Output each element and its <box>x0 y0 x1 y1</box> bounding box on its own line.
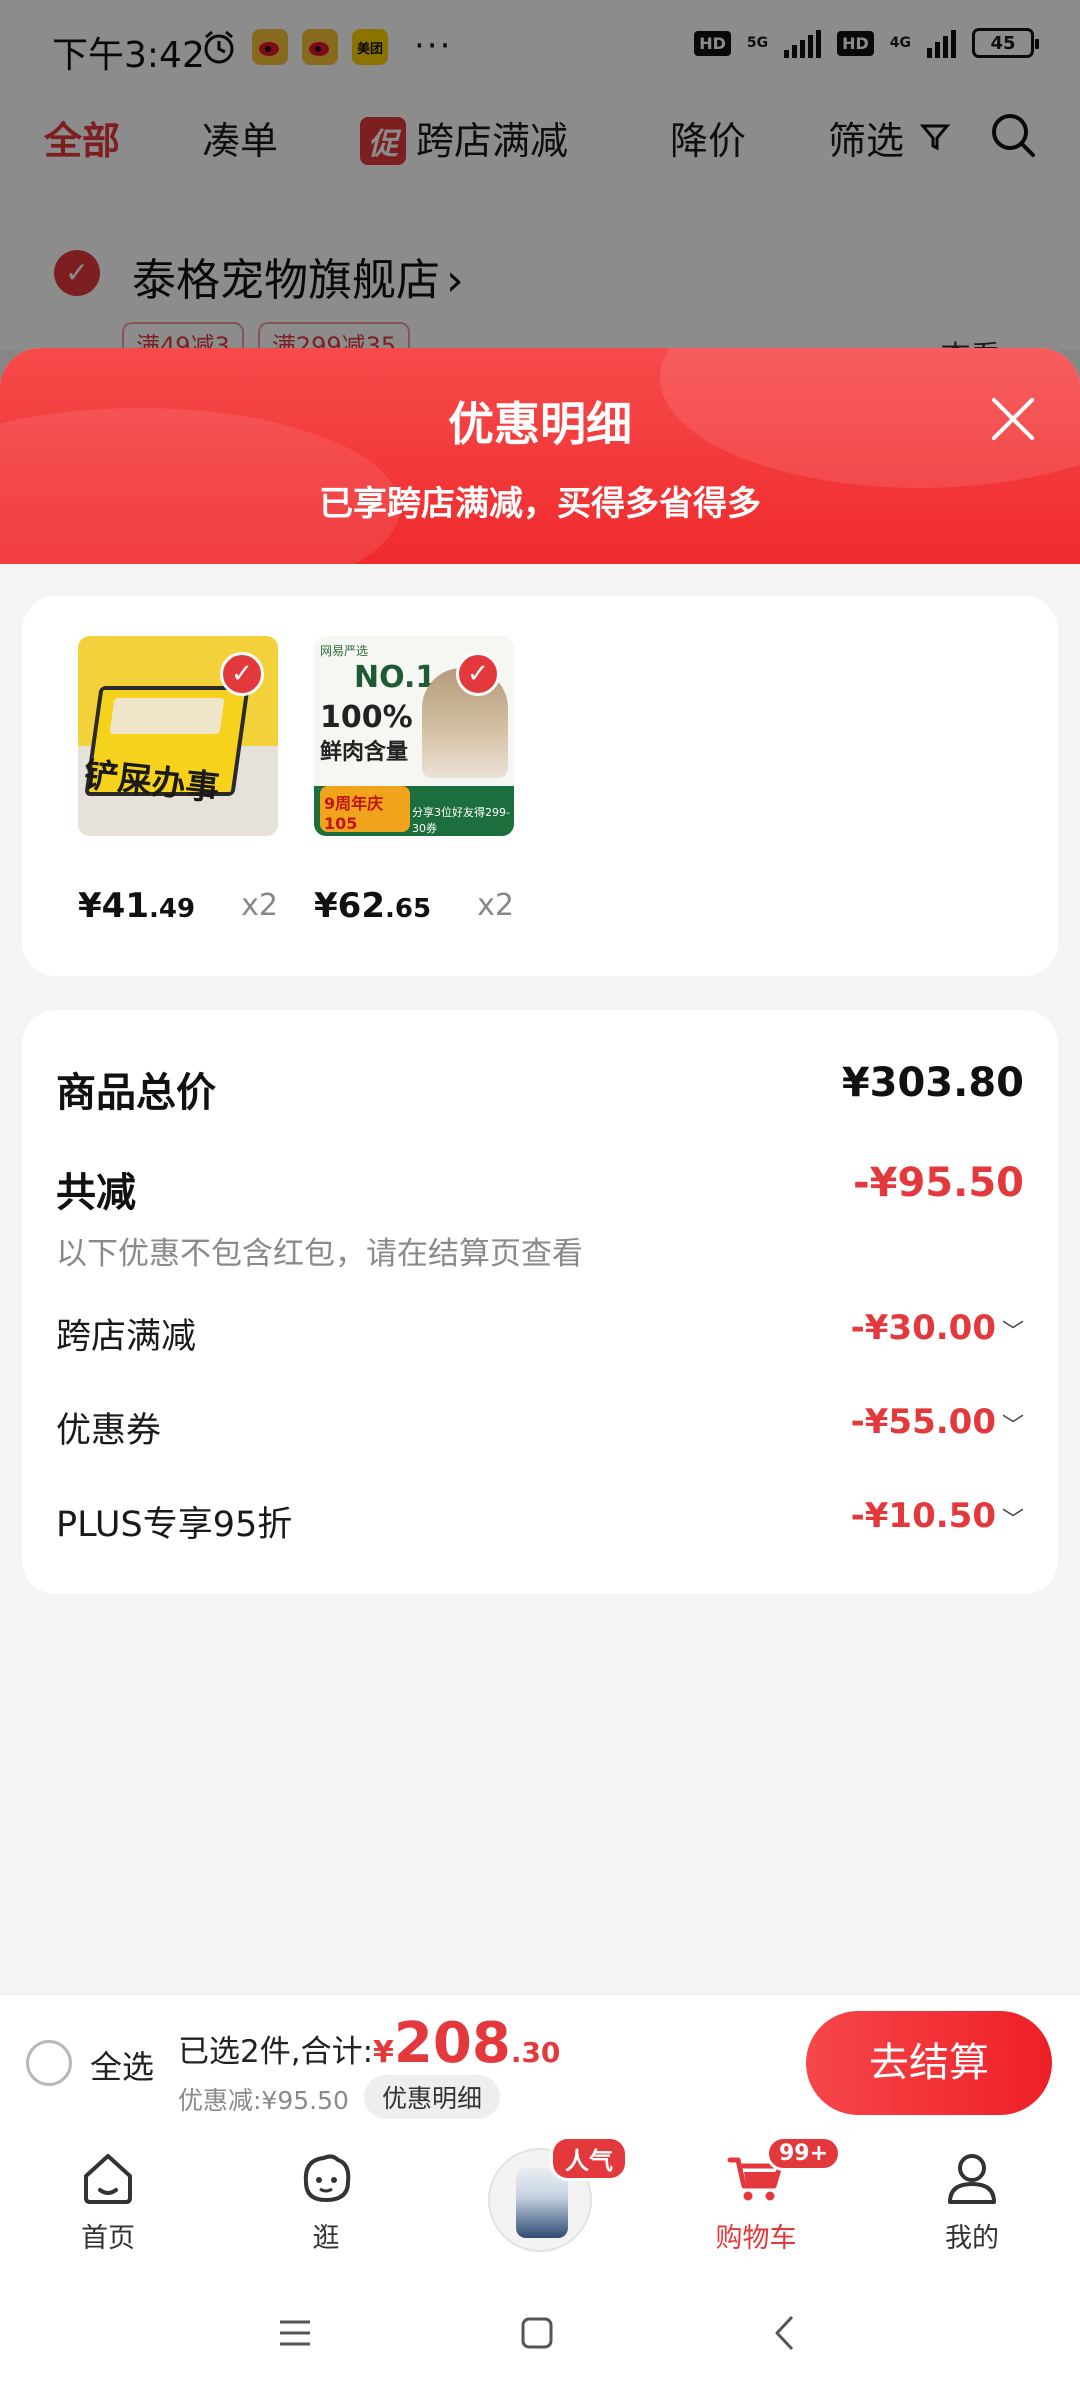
total-reduction-row: 共减 -¥95.50 <box>56 1160 1024 1216</box>
discount-value: -¥55.00 ﹀ <box>850 1402 1024 1442</box>
chevron-down-icon: ﹀ <box>1001 1508 1024 1533</box>
tab-label: 逛 <box>312 2223 340 2254</box>
tab-label: 我的 <box>945 2223 999 2254</box>
discount-label: 跨店满减 <box>56 1317 197 1357</box>
product-image-cat-food: 网易严选 NO.1 100% 鲜肉含量 9周年庆 105 分享3位好友得299-… <box>314 636 514 836</box>
total-amount-decimal: .30 <box>510 2036 561 2069</box>
discount-row-plus[interactable]: PLUS专享95折 -¥10.50 ﹀ <box>56 1496 1024 1545</box>
select-all-label[interactable]: 全选 <box>90 2042 154 2088</box>
currency-symbol: ¥ <box>373 2035 394 2070</box>
checkout-button[interactable]: 去结算 <box>806 2011 1052 2115</box>
tab-label: 首页 <box>81 2223 135 2254</box>
selected-count-text: 已选2件,合计: <box>178 2034 374 2070</box>
total-price-value: ¥303.80 <box>841 1060 1024 1106</box>
product-price: ¥62.65 x2 <box>314 886 514 926</box>
user-icon <box>948 2154 996 2204</box>
selected-total: 已选2件,合计:¥208.30 <box>178 2011 560 2076</box>
discount-row-cross-store[interactable]: 跨店满减 -¥30.00 ﹀ <box>56 1308 1024 1357</box>
price-summary-card: 商品总价 ¥303.80 共减 -¥95.50 以下优惠不包含红包，请在结算页查… <box>22 1010 1058 1594</box>
discount-label: 优惠券 <box>56 1411 162 1451</box>
product-item[interactable]: 铲屎办事 ✓ ¥41.49 x2 <box>78 636 278 926</box>
product-item[interactable]: 网易严选 NO.1 100% 鲜肉含量 9周年庆 105 分享3位好友得299-… <box>314 636 514 926</box>
sheet-header: 优惠明细 已享跨店满减，买得多省得多 <box>0 348 1080 564</box>
select-all-checkbox[interactable] <box>26 2040 72 2086</box>
total-amount-integer: 208 <box>393 2011 511 2076</box>
selected-check-icon: ✓ <box>220 652 264 696</box>
sheet-subtitle: 已享跨店满减，买得多省得多 <box>319 484 761 524</box>
selected-products-card: 铲屎办事 ✓ ¥41.49 x2 网易严选 NO.1 100% 鲜肉含量 9周年… <box>22 596 1058 976</box>
product-price: ¥41.49 x2 <box>78 886 278 926</box>
checkout-bar: 全选 已选2件,合计:¥208.30 优惠减:¥95.50 优惠明细 去结算 <box>0 1994 1080 2134</box>
product-image-litter-box: 铲屎办事 ✓ <box>78 636 278 836</box>
discount-value: -¥10.50 ﹀ <box>850 1496 1024 1536</box>
total-reduction-value: -¥95.50 <box>853 1160 1024 1206</box>
reduction-note: 以下优惠不包含红包，请在结算页查看 <box>56 1236 583 1272</box>
discount-detail-button[interactable]: 优惠明细 <box>364 2075 501 2119</box>
discount-row-coupon[interactable]: 优惠券 -¥55.00 ﹀ <box>56 1402 1024 1451</box>
sheet-title: 优惠明细 <box>448 397 632 451</box>
menu-icon[interactable] <box>278 2318 312 2348</box>
tab-home[interactable]: 首页 <box>38 2146 178 2255</box>
total-reduction-label: 共减 <box>56 1170 136 1216</box>
tab-label: 购物车 <box>715 2223 797 2254</box>
tab-browse[interactable]: 逛 <box>256 2146 396 2255</box>
home-icon <box>84 2154 132 2204</box>
popular-badge: 人气 <box>550 2136 628 2181</box>
discount-label: PLUS专享95折 <box>56 1505 293 1545</box>
product-quantity: x2 <box>477 888 514 923</box>
selected-check-icon: ✓ <box>456 652 500 696</box>
browse-face-icon <box>303 2154 351 2203</box>
total-price-row: 商品总价 ¥303.80 <box>56 1060 1024 1116</box>
product-quantity: x2 <box>241 888 278 923</box>
close-icon[interactable] <box>988 394 1038 444</box>
chevron-down-icon: ﹀ <box>1001 1320 1024 1345</box>
home-button-icon[interactable] <box>520 2316 554 2350</box>
discount-summary: 优惠减:¥95.50 <box>178 2086 349 2115</box>
discount-value: -¥30.00 ﹀ <box>850 1308 1024 1348</box>
total-price-label: 商品总价 <box>56 1070 216 1116</box>
system-navigation-bar <box>0 2270 1080 2400</box>
back-icon[interactable] <box>772 2314 796 2352</box>
cart-count-badge: 99+ <box>766 2136 842 2171</box>
chevron-down-icon: ﹀ <box>1001 1414 1024 1439</box>
tab-mine[interactable]: 我的 <box>902 2146 1042 2255</box>
